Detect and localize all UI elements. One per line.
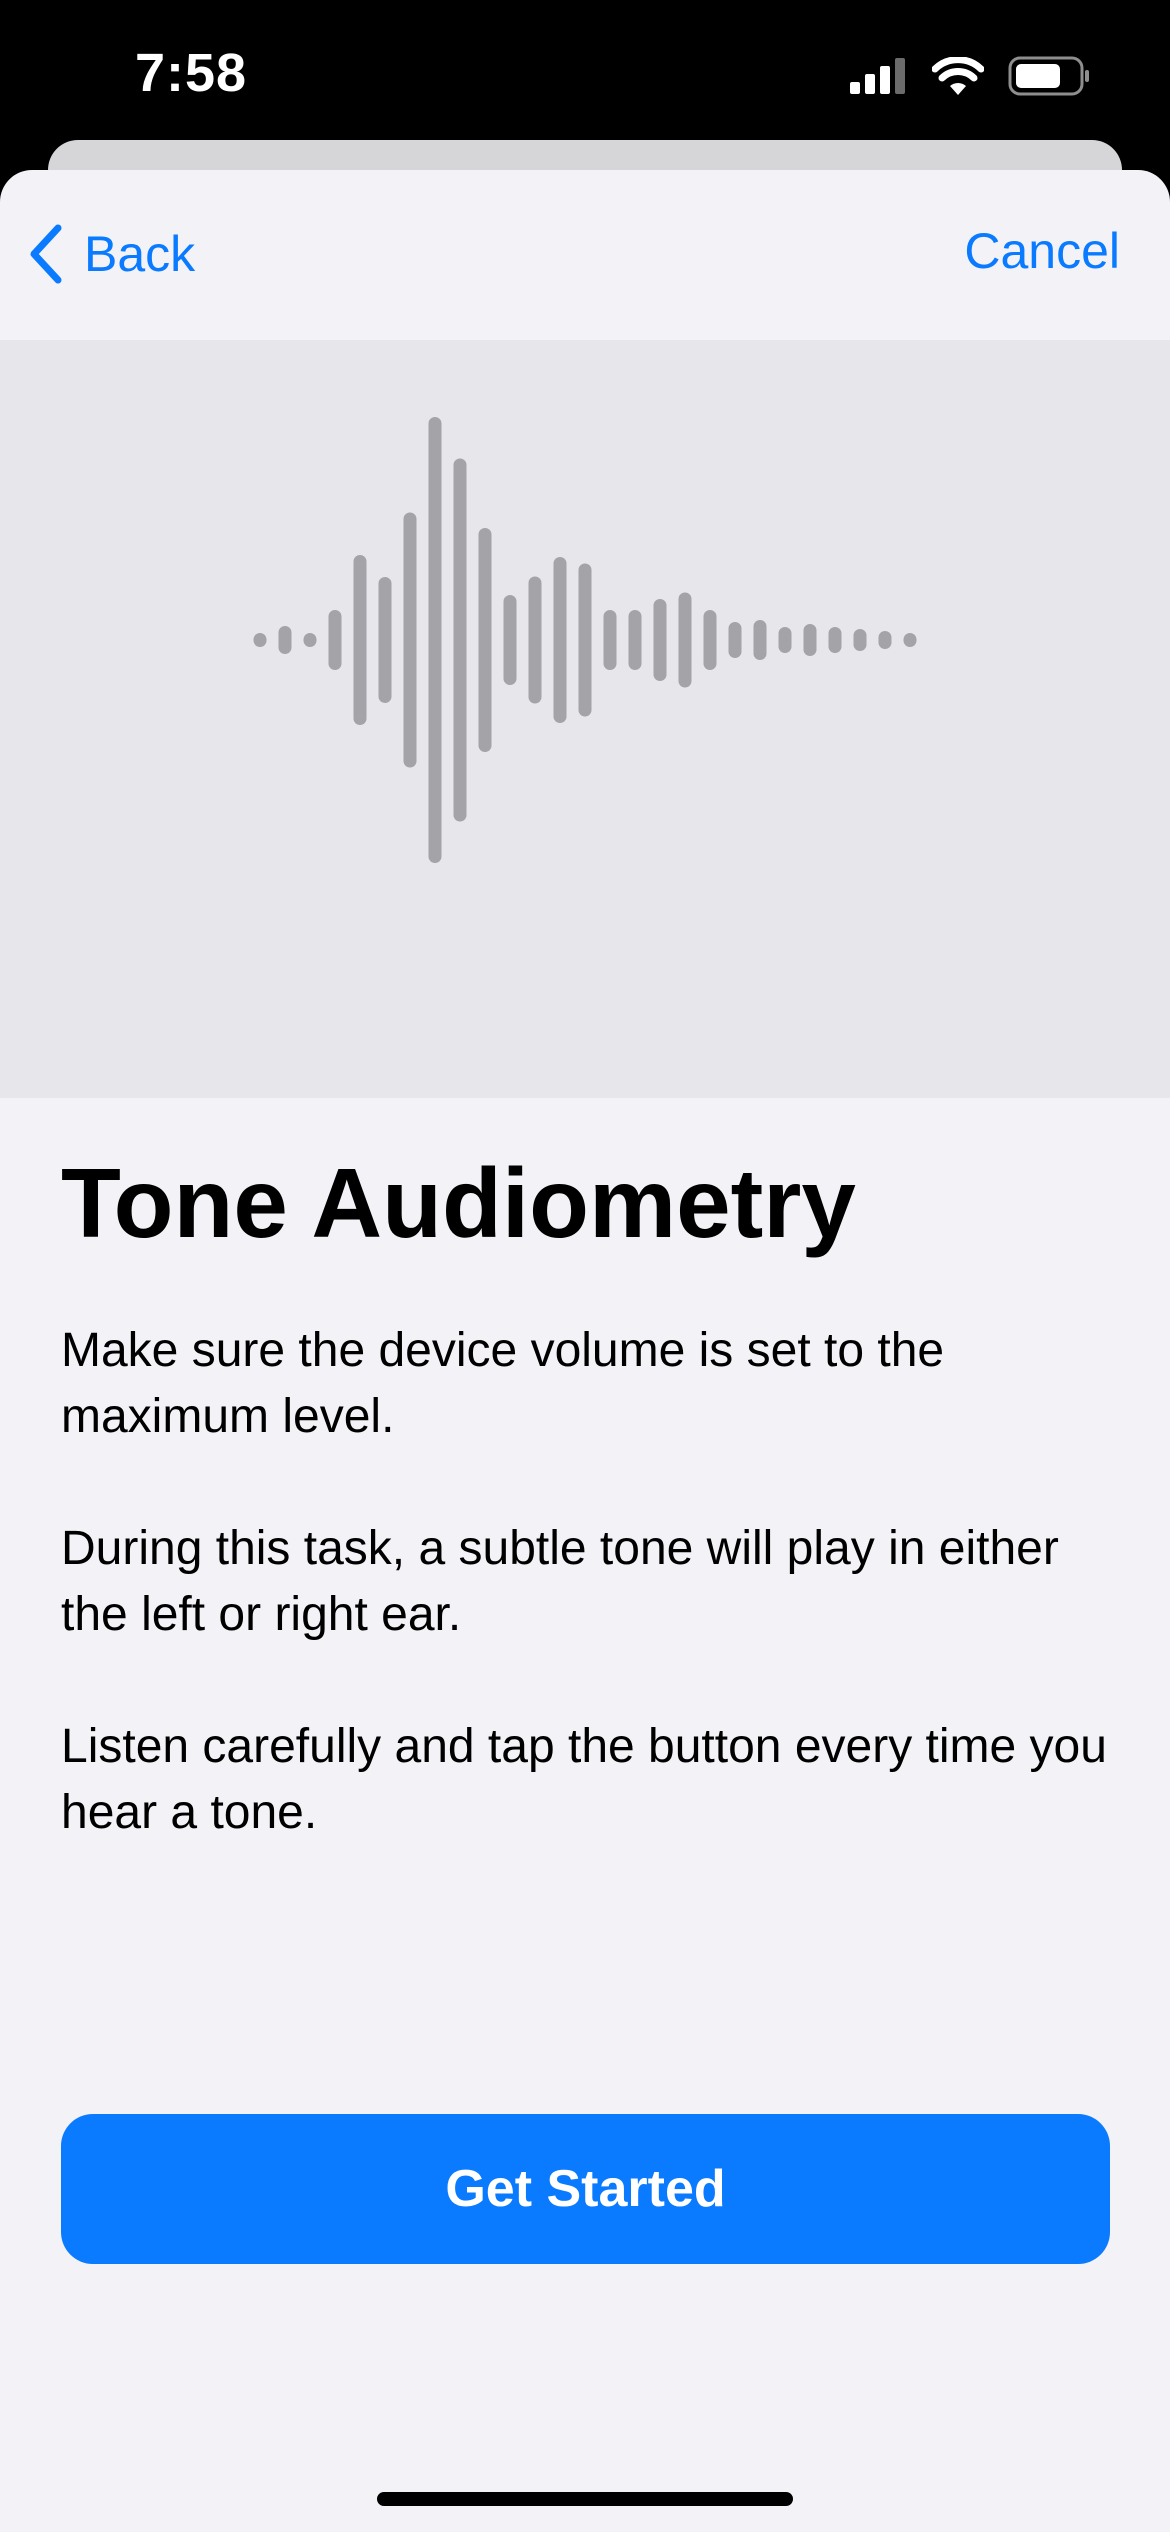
waveform-bar xyxy=(303,633,317,647)
waveform-bar xyxy=(378,577,392,703)
waveform-bar xyxy=(503,595,517,685)
waveform-bar xyxy=(628,610,642,670)
waveform-bar xyxy=(853,629,867,651)
modal-sheet: Back Cancel Tone Audiometry Make sure th… xyxy=(0,170,1170,2532)
instruction-paragraph: Listen carefully and tap the button ever… xyxy=(61,1719,1107,1839)
waveform-bar xyxy=(878,631,892,649)
get-started-button[interactable]: Get Started xyxy=(61,2114,1110,2264)
status-bar: 7:58 xyxy=(0,0,1170,150)
back-label: Back xyxy=(84,226,196,282)
waveform-bar xyxy=(428,417,442,863)
status-time: 7:58 xyxy=(135,43,248,103)
waveform-bar xyxy=(728,622,742,658)
waveform-bar xyxy=(328,610,342,670)
cellular-signal-icon xyxy=(850,58,905,94)
waveform-bar xyxy=(278,626,292,654)
waveform-bar xyxy=(478,528,492,752)
chevron-left-icon xyxy=(30,224,62,284)
battery-icon xyxy=(1008,56,1089,96)
waveform-bar xyxy=(253,633,267,647)
hero-illustration xyxy=(0,340,1170,1098)
waveform-bar xyxy=(703,610,717,670)
page-title: Tone Audiometry xyxy=(61,1148,856,1258)
waveform-bar xyxy=(803,624,817,656)
waveform-bar xyxy=(903,633,917,647)
home-indicator xyxy=(377,2492,793,2506)
waveform-bar xyxy=(603,610,617,670)
waveform-bar xyxy=(553,557,567,723)
status-icons xyxy=(850,56,1090,96)
cancel-button[interactable]: Cancel xyxy=(964,222,1120,280)
waveform-bar xyxy=(578,563,592,717)
waveform-bar xyxy=(678,592,692,688)
waveform-bar xyxy=(653,599,667,681)
instruction-paragraph: During this task, a subtle tone will pla… xyxy=(61,1521,1059,1641)
instruction-paragraph: Make sure the device volume is set to th… xyxy=(61,1323,945,1443)
waveform-bar xyxy=(753,620,767,660)
waveform-bar xyxy=(828,627,842,653)
content: Tone Audiometry Make sure the device vol… xyxy=(61,1148,1111,1912)
back-button[interactable]: Back xyxy=(26,222,195,286)
waveform-bar xyxy=(353,555,367,725)
waveform-bar xyxy=(453,458,467,822)
waveform-bar xyxy=(403,512,417,768)
navigation-bar: Back Cancel xyxy=(0,170,1170,340)
waveform-icon xyxy=(253,417,917,863)
waveform-bar xyxy=(778,627,792,653)
wifi-icon xyxy=(932,57,984,95)
waveform-bar xyxy=(528,576,542,704)
